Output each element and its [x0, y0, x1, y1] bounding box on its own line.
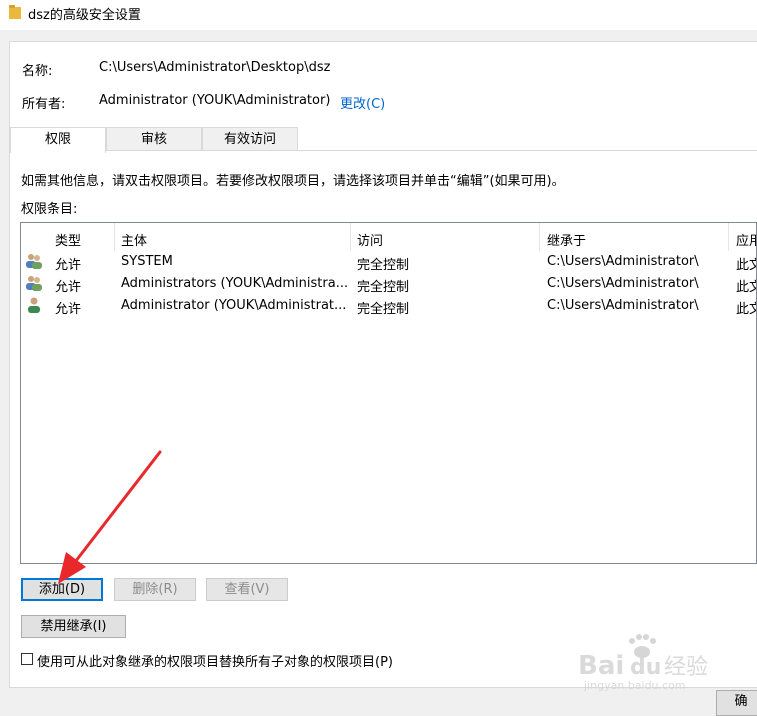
permission-entries-list[interactable]: 类型 主体 访问 继承于 应用 允许 SYSTEM 完全控制 C:\Users\… — [20, 222, 757, 564]
row-applies-to: 此文 — [736, 280, 756, 295]
window-title: dsz的高级安全设置 — [28, 8, 141, 23]
name-label: 名称: — [22, 64, 53, 79]
view-button[interactable]: 查看(V) — [206, 578, 288, 601]
row-access: 完全控制 — [357, 258, 410, 273]
svg-text:Bai: Bai — [578, 651, 624, 681]
row-access: 完全控制 — [357, 280, 410, 295]
table-row[interactable]: 允许 Administrators (YOUK\Administra... 完全… — [21, 273, 756, 295]
row-inherited-from: C:\Users\Administrator\ — [547, 276, 699, 291]
column-separator — [728, 223, 729, 251]
entries-label: 权限条目: — [21, 202, 78, 217]
tab-effective-access[interactable]: 有效访问 — [202, 127, 298, 151]
row-applies-to: 此文 — [736, 258, 756, 273]
svg-text:du: du — [630, 655, 661, 680]
owner-label: 所有者: — [22, 97, 66, 112]
column-separator — [539, 223, 540, 251]
column-header-applies-to[interactable]: 应用 — [736, 230, 756, 249]
add-button[interactable]: 添加(D) — [21, 578, 103, 601]
svg-text:经验: 经验 — [664, 655, 708, 680]
active-tab-gap — [11, 150, 105, 152]
column-header-inherited-from[interactable]: 继承于 — [547, 230, 586, 249]
table-row[interactable]: 允许 SYSTEM 完全控制 C:\Users\Administrator\ 此… — [21, 251, 756, 273]
row-applies-to: 此文 — [736, 302, 756, 317]
tab-auditing[interactable]: 审核 — [106, 127, 202, 151]
row-inherited-from: C:\Users\Administrator\ — [547, 298, 699, 313]
replace-child-permissions-checkbox[interactable] — [21, 653, 33, 665]
column-separator — [114, 223, 115, 251]
window-titlebar: dsz的高级安全设置 — [0, 0, 757, 30]
row-type: 允许 — [55, 258, 82, 273]
tab-divider — [10, 150, 757, 151]
group-users-icon — [26, 254, 42, 269]
column-separator — [350, 223, 351, 251]
remove-button[interactable]: 删除(R) — [114, 578, 196, 601]
replace-child-permissions-label: 使用可从此对象继承的权限项目替换所有子对象的权限项目(P) — [37, 655, 393, 670]
folder-icon — [9, 5, 21, 19]
change-owner-link[interactable]: 更改(C) — [340, 93, 385, 112]
name-value: C:\Users\Administrator\Desktop\dsz — [99, 60, 331, 75]
owner-value: Administrator (YOUK\Administrator) — [99, 93, 331, 108]
group-users-icon — [26, 276, 42, 291]
row-type: 允许 — [55, 302, 82, 317]
column-header-access[interactable]: 访问 — [357, 230, 383, 249]
disable-inheritance-button[interactable]: 禁用继承(I) — [21, 615, 126, 638]
single-user-icon — [28, 297, 40, 313]
table-row[interactable]: 允许 Administrator (YOUK\Administrat... 完全… — [21, 295, 756, 317]
column-header-type[interactable]: 类型 — [55, 230, 81, 249]
row-principal: SYSTEM — [121, 254, 173, 269]
svg-text:jingyan.baidu.com: jingyan.baidu.com — [583, 679, 686, 692]
row-access: 完全控制 — [357, 302, 410, 317]
ok-button[interactable]: 确 — [716, 690, 757, 716]
row-principal: Administrators (YOUK\Administra... — [121, 276, 349, 291]
row-inherited-from: C:\Users\Administrator\ — [547, 254, 699, 269]
column-header-principal[interactable]: 主体 — [121, 230, 147, 249]
row-type: 允许 — [55, 280, 82, 295]
baidu-jingyan-watermark: Bai du 经验 jingyan.baidu.com — [578, 634, 708, 692]
row-principal: Administrator (YOUK\Administrat... — [121, 298, 347, 313]
instructions-text: 如需其他信息，请双击权限项目。若要修改权限项目，请选择该项目并单击“编辑”(如果… — [21, 174, 565, 189]
